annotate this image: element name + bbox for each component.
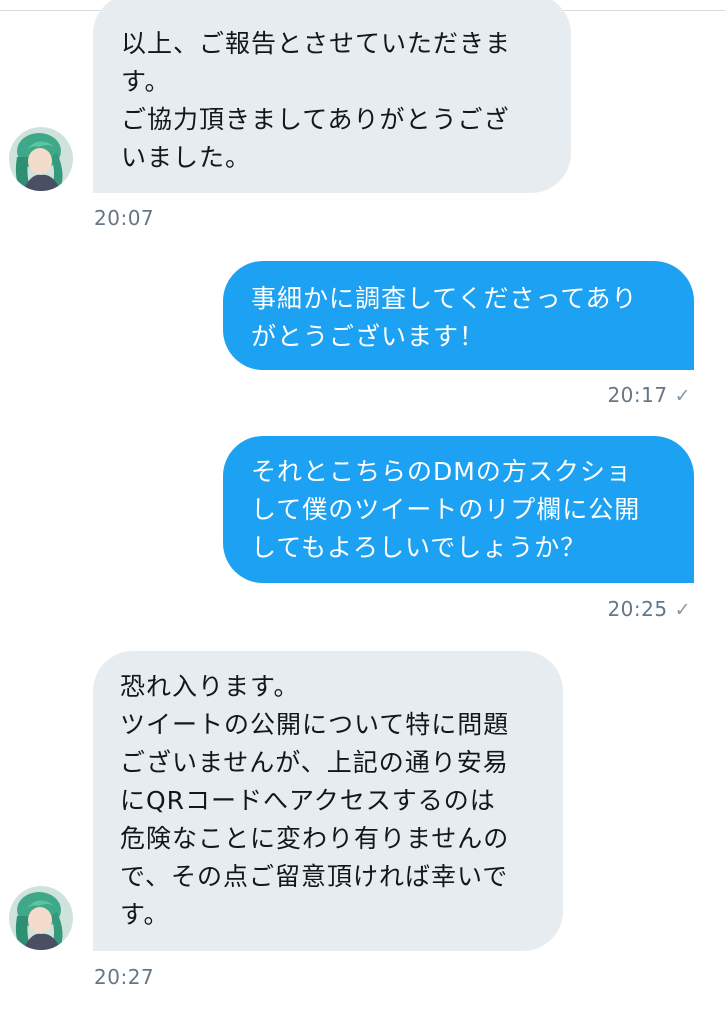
dm-conversation: 以上、ご報告とさせていただきま す。 ご協力頂きましてありがとうござ いました。… <box>0 0 725 1017</box>
check-icon: ✓ <box>674 385 691 407</box>
message-timestamp: 20:25 <box>607 597 668 621</box>
message-timestamp-row: 20:17 ✓ <box>607 383 691 407</box>
incoming-message-bubble[interactable]: 恐れ入ります。 ツイートの公開について特に問題 ございませんが、上記の通り安易 … <box>93 651 563 951</box>
message-timestamp: 20:17 <box>607 383 668 407</box>
sender-avatar[interactable] <box>9 127 73 191</box>
message-timestamp: 20:07 <box>94 206 155 230</box>
sender-avatar[interactable] <box>9 886 73 950</box>
message-timestamp: 20:27 <box>94 965 155 989</box>
outgoing-message-bubble[interactable]: 事細かに調査してくださってあり がとうございます！ <box>223 261 694 370</box>
outgoing-message-bubble[interactable]: それとこちらのDMの方スクショ して僕のツイートのリプ欄に公開 してもよろしいで… <box>223 436 694 583</box>
incoming-message-bubble[interactable]: 以上、ご報告とさせていただきま す。 ご協力頂きましてありがとうござ いました。 <box>93 0 571 193</box>
message-timestamp-row: 20:25 ✓ <box>607 597 691 621</box>
check-icon: ✓ <box>674 599 691 621</box>
